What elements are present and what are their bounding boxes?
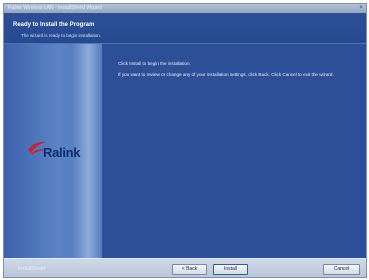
page-subtitle: The wizard is ready to begin installatio… — [21, 33, 102, 38]
review-text: If you want to review or change any of y… — [118, 72, 334, 78]
left-banner-panel: Ralink — [4, 44, 102, 258]
installer-window: Ralink Wireless LAN - InstallShield Wiza… — [3, 3, 367, 278]
install-button[interactable]: Install — [213, 264, 248, 275]
close-icon[interactable]: × — [357, 4, 365, 12]
title-bar[interactable]: Ralink Wireless LAN - InstallShield Wiza… — [4, 4, 366, 13]
ralink-logo: Ralink — [26, 139, 92, 163]
cancel-button[interactable]: Cancel — [323, 264, 360, 275]
back-button[interactable]: < Back — [172, 264, 207, 275]
wizard-body: Click Install to begin the installation.… — [118, 61, 364, 83]
wizard-header: Ready to Install the Program The wizard … — [4, 13, 366, 44]
page-title: Ready to Install the Program — [13, 22, 95, 28]
installshield-brand: InstallShield — [18, 266, 45, 272]
button-bar: InstallShield < Back Install Cancel — [4, 258, 366, 277]
instruction-text: Click Install to begin the installation. — [118, 61, 191, 66]
logo-text: Ralink — [43, 145, 81, 160]
window-title: Ralink Wireless LAN - InstallShield Wiza… — [8, 5, 102, 11]
